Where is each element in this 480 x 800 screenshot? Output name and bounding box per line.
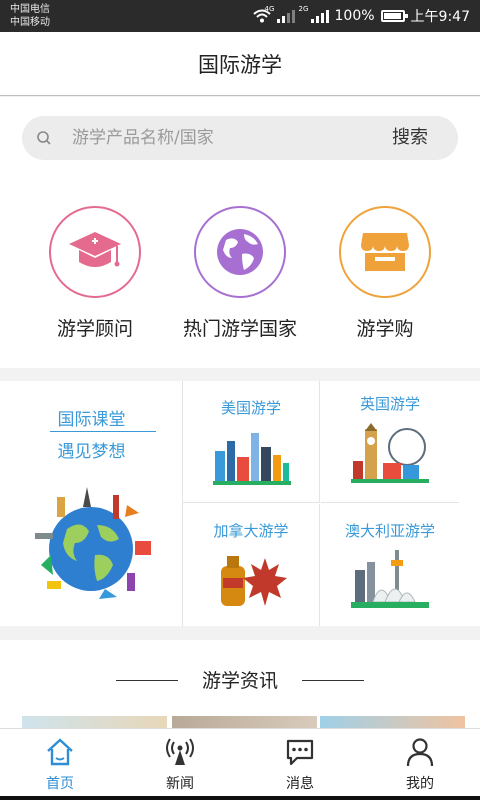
tab-profile[interactable]: 我的 <box>360 729 480 797</box>
search-bar[interactable]: 游学产品名称/国家 搜索 <box>22 116 458 160</box>
status-icons: 4G 2G 100% 上午9:47 <box>252 5 470 26</box>
quick-link-label: 热门游学国家 <box>182 318 297 340</box>
tab-messages[interactable]: 消息 <box>240 729 360 797</box>
page-title: 国际游学 <box>198 52 282 77</box>
divider <box>50 431 156 432</box>
signal-1-icon: 4G <box>265 5 295 23</box>
destination-usa[interactable]: 美国游学 <box>183 381 320 503</box>
home-icon <box>47 738 73 766</box>
search-input[interactable]: 游学产品名称/国家 <box>72 116 214 160</box>
header: 国际游学 <box>0 32 480 96</box>
quick-link-label: 游学顾问 <box>56 318 133 340</box>
carrier-info: 中国电信 中国移动 <box>10 3 50 29</box>
antenna-icon <box>166 738 194 765</box>
graduation-cap-icon <box>49 206 141 298</box>
quick-link-shop[interactable]: 游学购 <box>305 206 465 341</box>
system-nav-strip <box>0 796 480 800</box>
destination-australia[interactable]: 澳大利亚游学 <box>321 504 459 626</box>
signal-2-icon: 2G <box>299 5 329 23</box>
news-section: 游学资讯 <box>0 640 480 728</box>
destination-label: 加拿大游学 <box>213 522 289 540</box>
usa-skyline-illustration <box>213 433 291 485</box>
world-landmarks-illustration <box>35 487 151 599</box>
news-thumbnail[interactable] <box>320 716 465 728</box>
status-bar: 中国电信 中国移动 4G 2G 100% 上午9:47 <box>0 0 480 32</box>
quick-link-label: 游学购 <box>356 318 414 340</box>
feature-line-1: 国际课堂 <box>57 410 126 430</box>
divider <box>302 680 364 681</box>
battery-percent: 100% <box>334 8 375 24</box>
search-button[interactable]: 搜索 <box>392 116 428 160</box>
destination-canada[interactable]: 加拿大游学 <box>183 504 320 626</box>
chat-icon <box>286 739 314 766</box>
battery-icon <box>380 10 408 22</box>
quick-links: 游学顾问 热门游学国家 游学购 <box>0 179 480 368</box>
feature-card[interactable]: 国际课堂 遇见梦想 <box>0 381 183 626</box>
globe-icon <box>194 206 286 298</box>
quick-link-advisor[interactable]: 游学顾问 <box>15 206 175 341</box>
news-thumbnail[interactable] <box>22 716 167 728</box>
tab-news[interactable]: 新闻 <box>120 729 240 797</box>
carrier-2: 中国移动 <box>10 17 50 28</box>
uk-landmarks-illustration <box>351 423 429 483</box>
bottom-tab-bar: 首页 新闻 消息 我的 <box>0 728 480 796</box>
user-icon <box>406 738 434 767</box>
destination-grid: 国际课堂 遇见梦想 美国游学 英国游学 加拿大游学 澳大利亚游学 <box>0 381 480 626</box>
tab-home[interactable]: 首页 <box>0 729 120 797</box>
quick-link-countries[interactable]: 热门游学国家 <box>160 206 320 341</box>
tab-label: 我的 <box>406 776 434 792</box>
carrier-1: 中国电信 <box>10 4 50 15</box>
tab-label: 消息 <box>286 776 314 792</box>
destination-label: 美国游学 <box>220 399 281 417</box>
canada-maple-illustration <box>221 556 287 606</box>
destination-uk[interactable]: 英国游学 <box>321 381 459 503</box>
tab-label: 首页 <box>46 776 74 792</box>
destination-label: 英国游学 <box>359 395 420 413</box>
news-thumbnail[interactable] <box>172 716 317 728</box>
tab-label: 新闻 <box>166 776 194 792</box>
sydney-opera-illustration <box>351 550 429 608</box>
search-icon <box>37 131 51 145</box>
clock: 上午9:47 <box>410 9 470 25</box>
network-type-1: 4G <box>264 5 275 13</box>
news-section-title: 游学资讯 <box>201 670 278 692</box>
destination-label: 澳大利亚游学 <box>344 522 435 540</box>
network-type-2: 2G <box>298 5 309 13</box>
shop-icon <box>339 206 431 298</box>
feature-line-2: 遇见梦想 <box>57 442 126 462</box>
search-area: 游学产品名称/国家 搜索 <box>0 97 480 179</box>
